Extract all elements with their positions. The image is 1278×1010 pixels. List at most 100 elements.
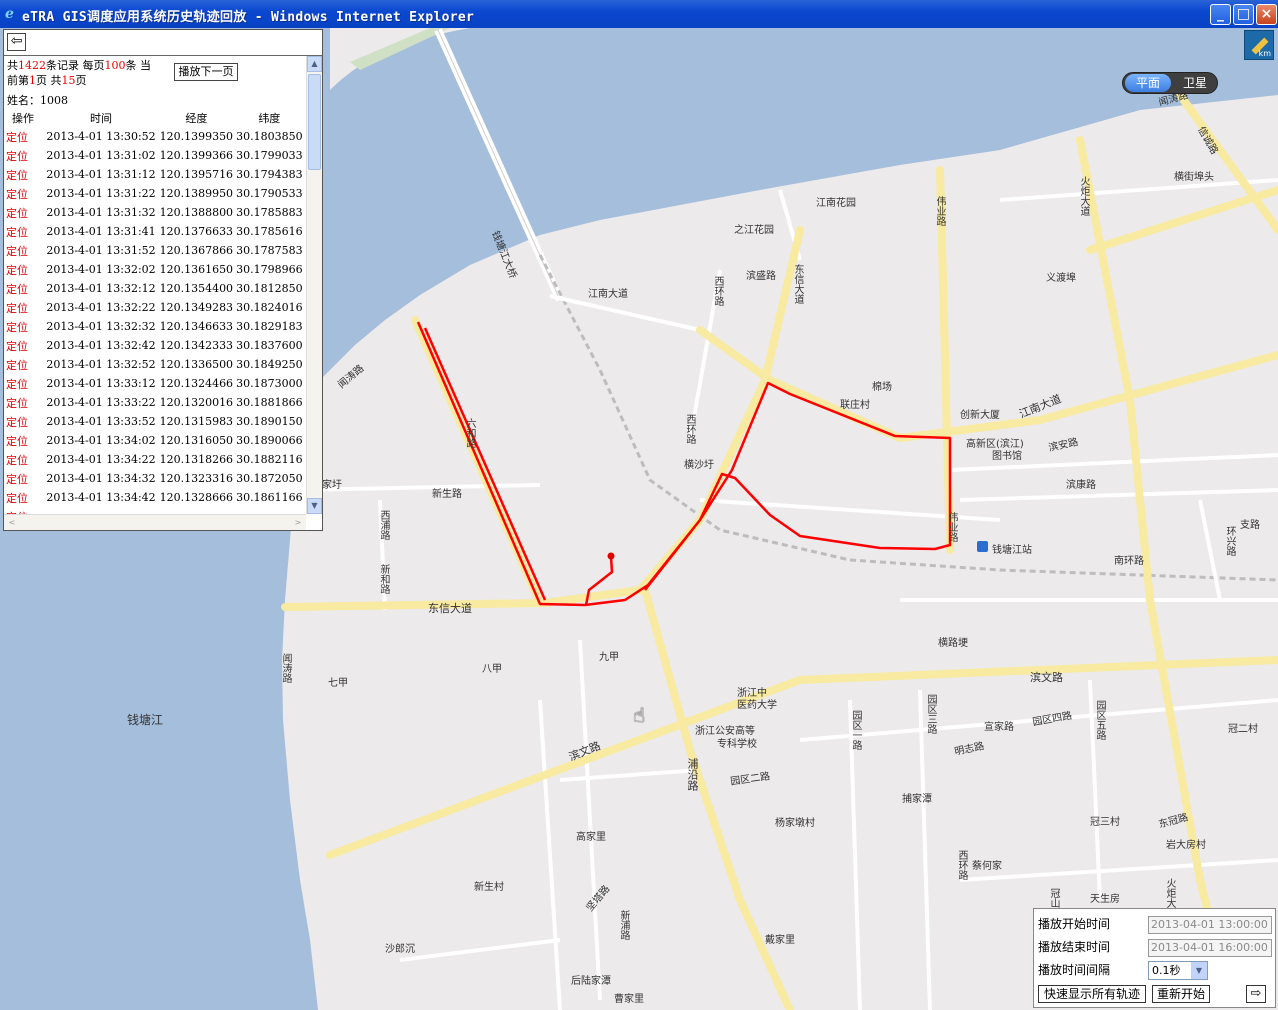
table-row[interactable]: 定位 2013-4-01 13:32:52 120.1336500 30.184925… <box>6 355 304 374</box>
ruler-unit: km <box>1258 49 1271 58</box>
scroll-left-icon[interactable]: < <box>4 515 20 530</box>
table-row[interactable]: 定位 2013-4-01 13:32:32 120.1346633 30.182918… <box>6 317 304 336</box>
scroll-down-icon[interactable]: ▼ <box>307 498 322 514</box>
vertical-scrollbar[interactable]: ▲ ▼ <box>306 56 322 514</box>
cell-op[interactable]: 定位 <box>6 317 44 336</box>
cell-op[interactable]: 定位 <box>6 298 44 317</box>
map-label: 支路 <box>1240 520 1260 531</box>
map-label: 义渡埠 <box>1046 273 1076 284</box>
records-scroll-area[interactable]: 共1422条记录 每页100条 当前第1页 共15页 播放下一页 姓名：1008… <box>4 56 306 514</box>
map-type-plane-button[interactable]: 平面 <box>1125 74 1171 92</box>
start-time-input[interactable]: 2013-04-01 13:00:00 <box>1148 916 1272 934</box>
map-label: 之江花园 <box>734 225 774 236</box>
cell-lat: 30.1785616 <box>236 225 303 238</box>
cell-op[interactable]: 定位 <box>6 374 44 393</box>
maximize-button[interactable]: □ <box>1233 4 1254 25</box>
table-row[interactable]: 定位 2013-4-01 13:33:22 120.1320016 30.188186… <box>6 393 304 412</box>
cell-op[interactable]: 定位 <box>6 431 44 450</box>
cell-lat: 30.1803850 <box>236 130 303 143</box>
current-page: 1 <box>29 74 36 87</box>
table-row[interactable]: 定位 2013-4-01 13:31:02 120.1399366 30.179903… <box>6 146 304 165</box>
cell-op[interactable]: 定位 <box>6 127 44 146</box>
map-type-toggle: 平面 卫星 <box>1122 72 1218 94</box>
table-row[interactable]: 定位 2013-4-01 13:31:52 120.1367866 30.178758… <box>6 241 304 260</box>
cell-op[interactable]: 定位 <box>6 203 44 222</box>
cell-op[interactable]: 定位 <box>6 412 44 431</box>
end-time-input[interactable]: 2013-04-01 16:00:00 <box>1148 939 1272 957</box>
restart-button[interactable]: 重新开始 <box>1152 985 1210 1003</box>
cell-lat: 30.1829183 <box>236 320 303 333</box>
cell-op[interactable]: 定位 <box>6 146 44 165</box>
map-label: 横路埂 <box>938 638 968 649</box>
cell-time: 2013-4-01 13:32:32 <box>46 320 156 333</box>
scroll-right-icon[interactable]: > <box>290 515 306 530</box>
table-row[interactable]: 定位 2013-4-01 13:31:41 120.1376633 30.178561… <box>6 222 304 241</box>
total-count: 1422 <box>18 59 46 72</box>
map-label: 西环路 <box>684 414 695 444</box>
table-row[interactable]: 定位 2013-4-01 13:34:22 120.1318266 30.188211… <box>6 450 304 469</box>
close-icon: × <box>1260 6 1273 22</box>
cell-op[interactable]: 定位 <box>6 184 44 203</box>
ruler-tool-button[interactable]: km <box>1244 30 1274 60</box>
cell-op[interactable]: 定位 <box>6 469 44 488</box>
table-row[interactable]: 定位 2013-4-01 13:32:12 120.1354400 30.181285… <box>6 279 304 298</box>
table-row[interactable]: 定位 2013-4-01 13:34:32 120.1323316 30.187205… <box>6 469 304 488</box>
minimize-icon: _ <box>1217 6 1224 22</box>
interval-select[interactable]: 0.1秒 ▼ <box>1148 961 1208 980</box>
scroll-thumb[interactable] <box>308 74 321 170</box>
cell-lat: 30.1861166 <box>236 491 303 504</box>
cell-op[interactable]: 定位 <box>6 222 44 241</box>
cell-op[interactable]: 定位 <box>6 336 44 355</box>
table-row[interactable]: 定位 2013-4-01 13:31:22 120.1389950 30.179053… <box>6 184 304 203</box>
next-button[interactable]: ⇨ <box>1246 985 1266 1003</box>
map-label: 六和路 <box>464 418 475 448</box>
horizontal-scrollbar[interactable]: < > <box>4 514 306 530</box>
cell-op[interactable]: 定位 <box>6 488 44 507</box>
table-row[interactable]: 定位 2013-4-01 13:31:12 120.1395716 30.179438… <box>6 165 304 184</box>
map-label: 图书馆 <box>992 451 1022 462</box>
map-label: 园区三路 <box>925 694 936 734</box>
scroll-up-icon[interactable]: ▲ <box>307 56 322 72</box>
table-row[interactable]: 定位 2013-4-01 13:34:02 120.1316050 30.189006… <box>6 431 304 450</box>
back-button[interactable]: ⇦ <box>7 33 26 51</box>
table-row[interactable]: 定位 2013-4-01 13:33:12 120.1324466 30.187300… <box>6 374 304 393</box>
close-button[interactable]: × <box>1256 4 1277 25</box>
map-label: 戴家里 <box>765 935 795 946</box>
end-time-label: 播放结束时间 <box>1038 940 1111 954</box>
table-row[interactable]: 定位 2013-4-01 13:32:42 120.1342333 30.183760… <box>6 336 304 355</box>
table-row[interactable]: 定位 2013-4-01 13:33:52 120.1315983 30.189015… <box>6 412 304 431</box>
table-row[interactable]: 定位 <box>6 507 304 515</box>
map-label: 东信大道 <box>428 602 472 615</box>
table-row[interactable]: 定位 2013-4-01 13:31:32 120.1388800 30.178588… <box>6 203 304 222</box>
cell-lng: 120.1328666 <box>159 491 234 504</box>
table-row[interactable]: 定位 2013-4-01 13:30:52 120.1399350 30.180385… <box>6 127 304 146</box>
table-row[interactable]: 定位 2013-4-01 13:32:02 120.1361650 30.179896… <box>6 260 304 279</box>
cell-lng: 120.1316050 <box>159 434 234 447</box>
cell-op[interactable]: 定位 <box>6 355 44 374</box>
map-label: 伟业路 <box>946 512 957 542</box>
driver-name: 姓名：1008 <box>7 92 68 108</box>
column-header: 纬度 <box>258 111 281 125</box>
minimize-button[interactable]: _ <box>1210 4 1231 25</box>
map-label: 西浦路 <box>378 510 389 540</box>
cell-lng: 120.1361650 <box>159 263 234 276</box>
cell-time: 2013-4-01 13:31:22 <box>46 187 156 200</box>
cell-op[interactable]: 定位 <box>6 507 44 515</box>
cell-op[interactable]: 定位 <box>6 241 44 260</box>
cell-op[interactable]: 定位 <box>6 279 44 298</box>
cell-op[interactable]: 定位 <box>6 260 44 279</box>
column-header: 经度 <box>185 111 208 125</box>
map-label: 钱塘江 <box>127 713 164 727</box>
name-value: 1008 <box>40 94 68 107</box>
table-row[interactable]: 定位 2013-4-01 13:34:42 120.1328666 30.186116… <box>6 488 304 507</box>
table-row[interactable]: 定位 2013-4-01 13:32:22 120.1349283 30.182401… <box>6 298 304 317</box>
cell-op[interactable]: 定位 <box>6 450 44 469</box>
column-header: 操作 <box>12 111 34 125</box>
summary-text: 页 <box>75 74 87 87</box>
map-label: 曹家里 <box>614 994 644 1005</box>
cell-op[interactable]: 定位 <box>6 393 44 412</box>
map-type-satellite-button[interactable]: 卫星 <box>1173 74 1217 92</box>
show-all-tracks-button[interactable]: 快速显示所有轨迹 <box>1038 985 1146 1003</box>
cell-op[interactable]: 定位 <box>6 165 44 184</box>
play-next-page-button[interactable]: 播放下一页 <box>174 63 238 81</box>
